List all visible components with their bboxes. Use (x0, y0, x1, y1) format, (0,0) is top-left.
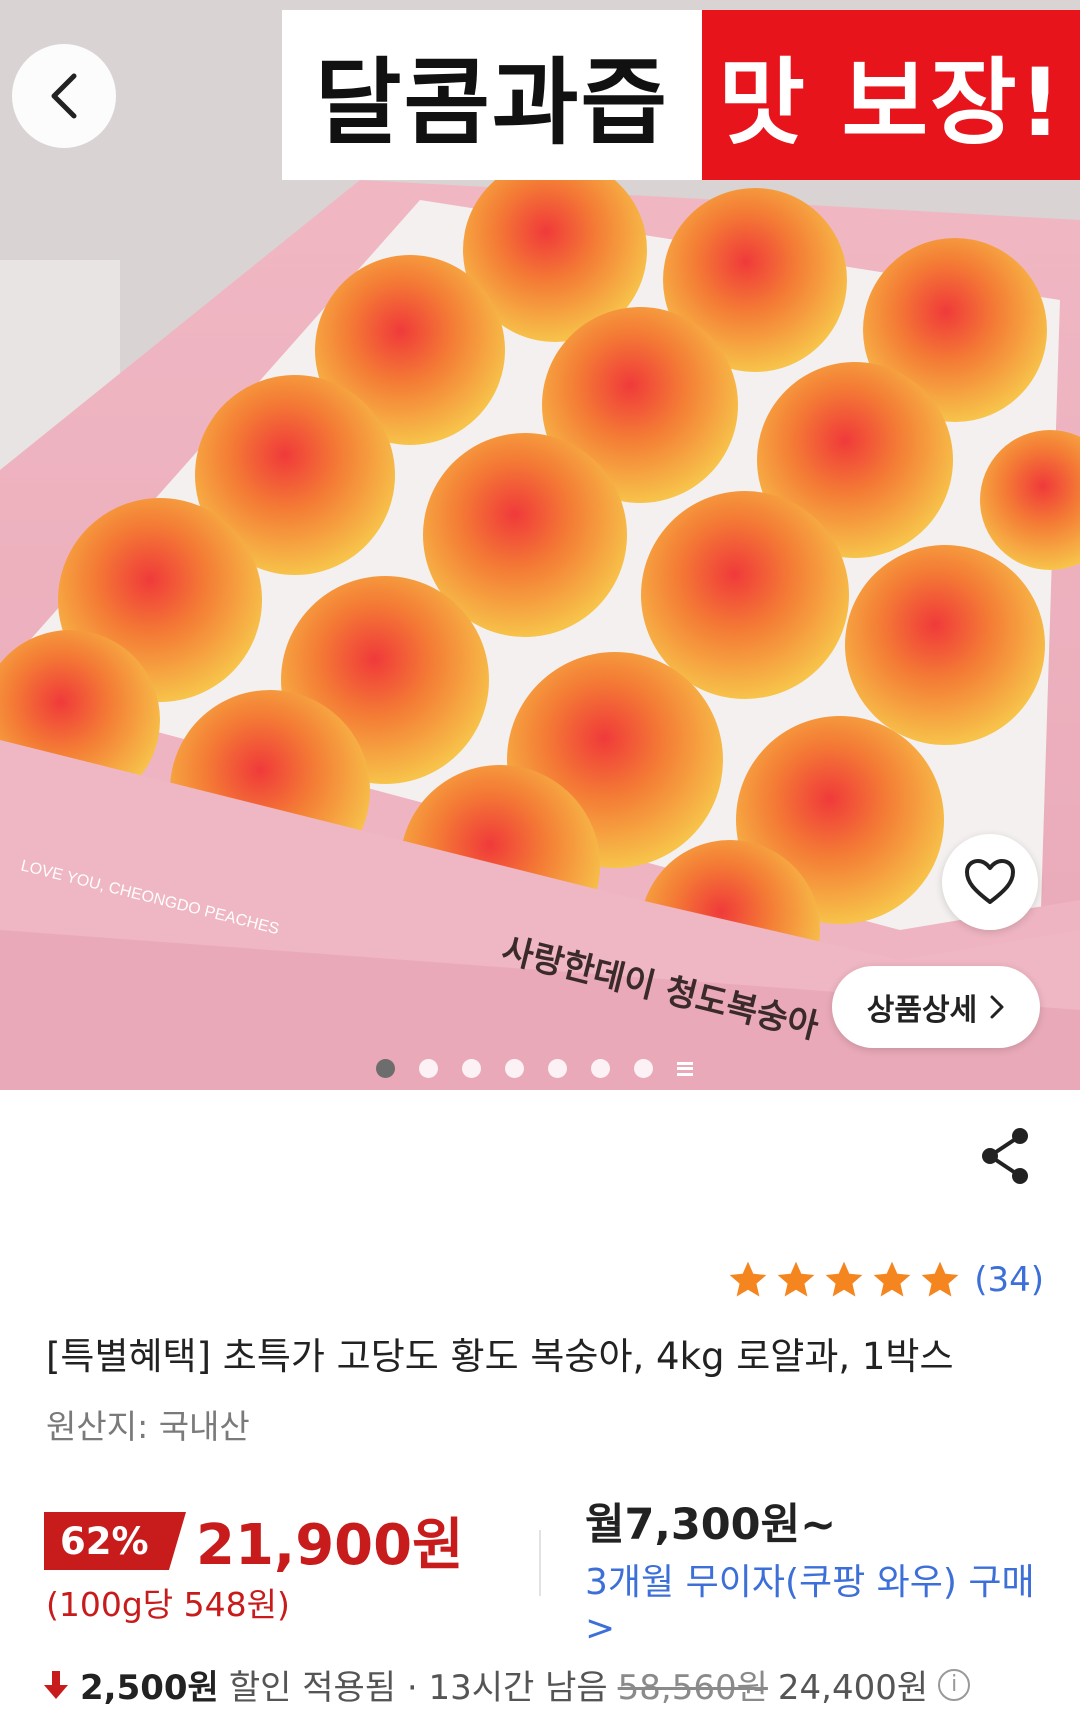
star-icon (729, 1261, 767, 1297)
carousel-dot[interactable] (505, 1059, 524, 1078)
discount-badge: 62% (44, 1512, 186, 1570)
promo-banner-right: 맛 보장! (702, 10, 1080, 180)
product-title: [특별혜택] 초특가 고당도 황도 복숭아, 4kg 로얄과, 1박스 (46, 1335, 954, 1378)
info-icon[interactable]: i (938, 1668, 971, 1701)
product-detail-label: 상품상세 (866, 993, 978, 1028)
discount-status: 할인 적용됨 · 13시간 남음 (228, 1668, 608, 1708)
carousel-indicator (376, 1059, 693, 1078)
promo-banner-left: 달콤과즙 (282, 10, 702, 180)
product-origin: 원산지: 국내산 (46, 1407, 250, 1446)
carousel-dot[interactable] (634, 1059, 653, 1078)
carousel-dot[interactable] (376, 1059, 395, 1078)
star-icon (873, 1261, 911, 1297)
carousel-dot[interactable] (419, 1059, 438, 1078)
carousel-dot[interactable] (548, 1059, 567, 1078)
star-icon (777, 1261, 815, 1297)
wishlist-button[interactable] (942, 834, 1038, 930)
carousel-dot[interactable] (462, 1059, 481, 1078)
monthly-payment: 월7,300원~ (585, 1500, 837, 1550)
carousel-more-icon[interactable] (677, 1061, 693, 1076)
back-icon (51, 73, 77, 119)
star-icon (825, 1261, 863, 1297)
rating-summary[interactable]: (34) (726, 1258, 1044, 1302)
share-icon[interactable] (978, 1126, 1032, 1186)
price-divider (539, 1530, 541, 1596)
product-image-carousel[interactable]: LOVE YOU, CHEONGDO PEACHES 사랑한데이 청도복숭아 달… (0, 0, 1080, 1090)
chevron-right-icon: > (585, 1608, 616, 1649)
back-button[interactable] (12, 44, 116, 148)
star-icon (921, 1261, 959, 1297)
original-price: 58,560원 (617, 1668, 768, 1708)
carousel-dot[interactable] (591, 1059, 610, 1078)
installment-link[interactable]: 3개월 무이자(쿠팡 와우) 구매 > (585, 1560, 1045, 1652)
heart-icon (965, 859, 1015, 904)
installment-text: 3개월 무이자(쿠팡 와우) 구매 (585, 1562, 1035, 1603)
after-discount-price: 24,400원 (777, 1668, 929, 1708)
unit-price: (100g당 548원) (46, 1585, 290, 1624)
product-detail-button[interactable]: 상품상세 (832, 966, 1040, 1048)
discount-amount: 2,500원 (80, 1668, 219, 1708)
extra-discount-info: 2,500원 할인 적용됨 · 13시간 남음 58,560원 24,400원 … (42, 1660, 971, 1709)
chevron-right-icon (990, 995, 1004, 1019)
review-count-link[interactable]: (34) (974, 1260, 1044, 1300)
sale-price: 21,900원 (196, 1513, 464, 1578)
down-arrow-icon (44, 1670, 68, 1699)
